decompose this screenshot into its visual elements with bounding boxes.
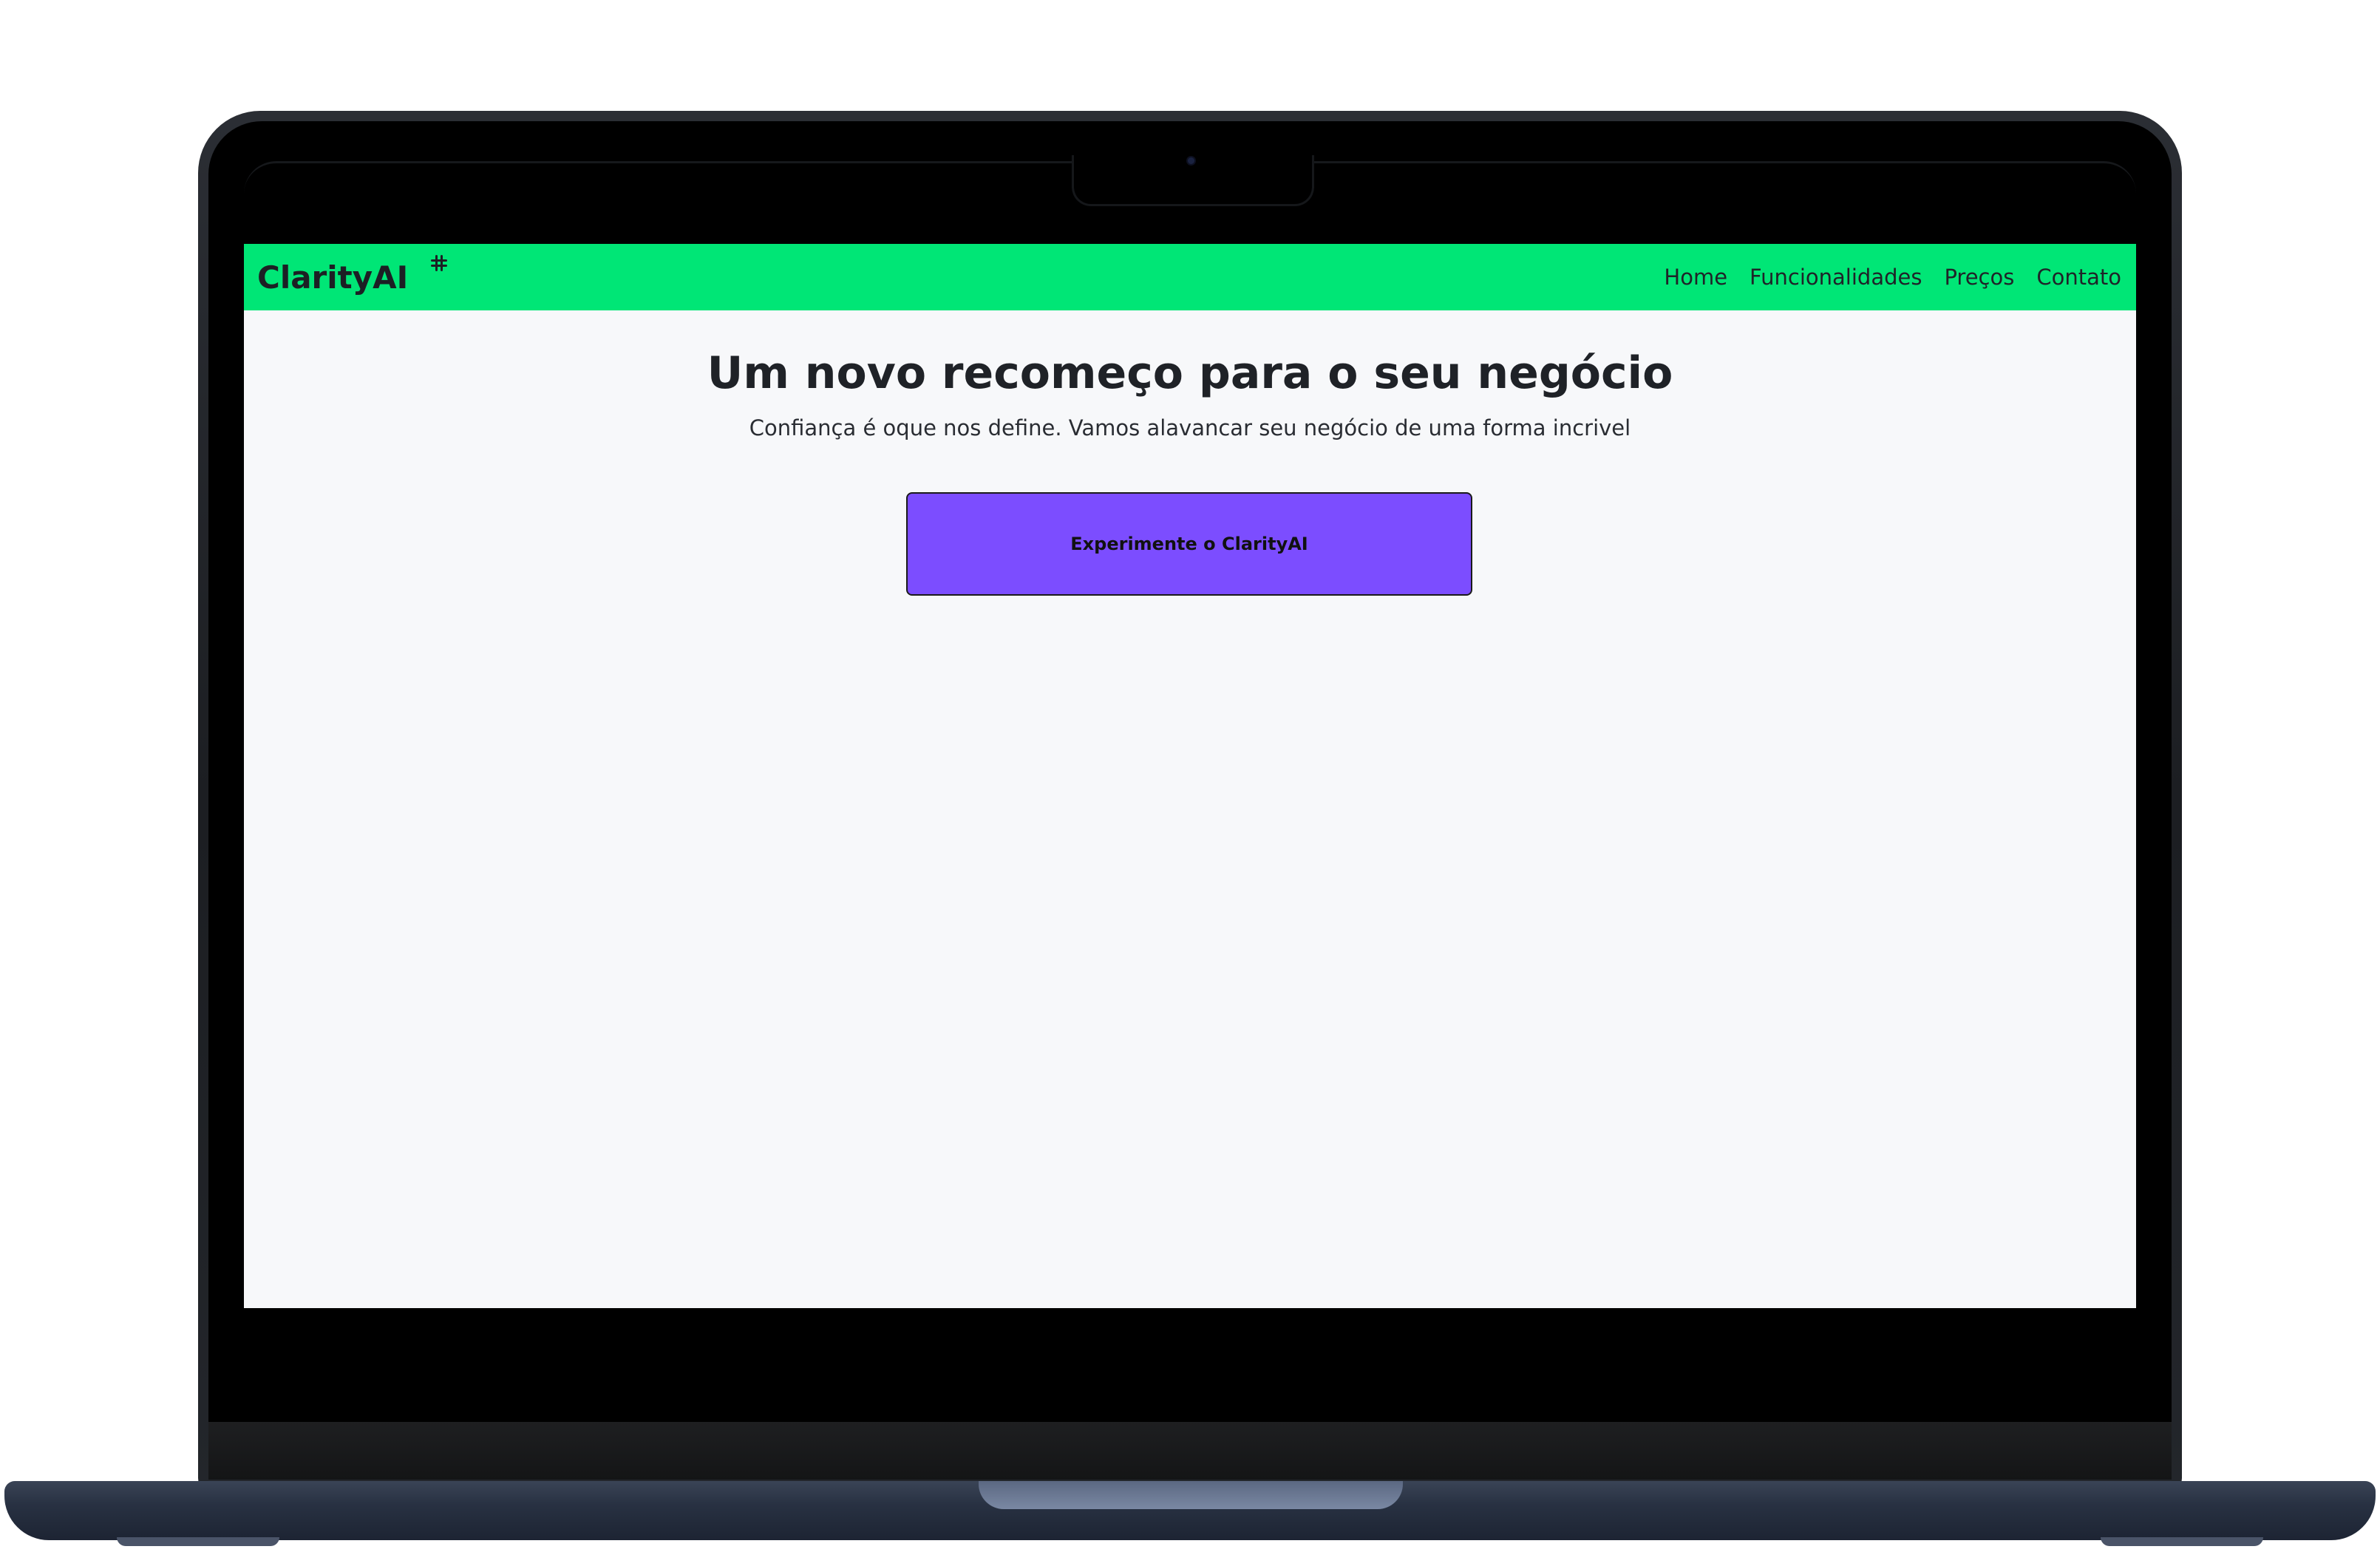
nav-link-home[interactable]: Home — [1664, 265, 1727, 290]
hero-subtitle: Confiança é oque nos define. Vamos alava… — [749, 415, 1631, 440]
laptop-foot-right — [2101, 1537, 2263, 1546]
nav-link-precos[interactable]: Preços — [1944, 265, 2014, 290]
laptop-mockup: ClarityAI Home Funcionalidades Preços Co… — [0, 0, 2380, 1552]
try-clarityai-button[interactable]: Experimente o ClarityAI — [906, 492, 1472, 596]
laptop-hinge — [208, 1422, 2172, 1480]
nav-link-contato[interactable]: Contato — [2036, 265, 2121, 290]
camera-icon — [1188, 157, 1194, 164]
laptop-opening-lip — [979, 1481, 1403, 1509]
browser-viewport: ClarityAI Home Funcionalidades Preços Co… — [244, 244, 2136, 1308]
brand-logo[interactable]: ClarityAI — [257, 256, 408, 299]
nav-links: Home Funcionalidades Preços Contato — [1664, 244, 2121, 310]
brand-name: ClarityAI — [257, 259, 409, 296]
nav-link-funcionalidades[interactable]: Funcionalidades — [1750, 265, 1922, 290]
hero-title: Um novo recomeço para o seu negócio — [707, 347, 1673, 399]
hash-icon — [431, 255, 447, 271]
laptop-foot-left — [117, 1537, 279, 1546]
top-navbar: ClarityAI Home Funcionalidades Preços Co… — [244, 244, 2136, 310]
